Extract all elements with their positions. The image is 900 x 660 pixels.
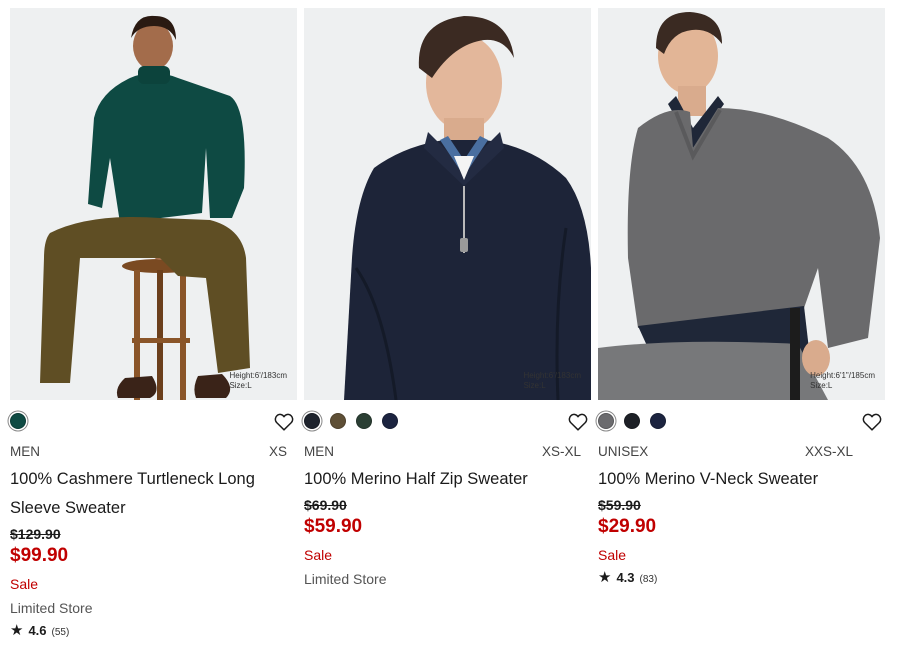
product-image-merino-v-neck[interactable]: Height:6'1"/185cm Size:L: [598, 8, 885, 400]
model-photo: [598, 8, 885, 400]
original-price: $69.90: [304, 497, 347, 513]
color-swatch[interactable]: [10, 413, 26, 429]
heart-outline-icon[interactable]: [273, 411, 295, 433]
size-range: XXS-XL: [804, 444, 853, 459]
sale-badge: Sale: [304, 547, 333, 563]
model-size-note: Height:6'/183cm Size:L: [229, 371, 287, 391]
size-range: XS: [268, 444, 287, 459]
color-swatch[interactable]: [330, 413, 346, 429]
model-height-text: Height:6'1"/185cm: [810, 371, 875, 380]
rating-score: 4.6: [28, 623, 47, 638]
model-photo: [304, 8, 591, 400]
sale-badge: Sale: [598, 547, 627, 563]
product-grid: Height:6'/183cm Size:L MEN XS 100% Cashm…: [0, 0, 900, 660]
product-name[interactable]: 100% Cashmere Turtleneck Long Sleeve Swe…: [10, 465, 297, 523]
product-meta: UNISEX XXS-XL: [598, 442, 885, 462]
product-name[interactable]: 100% Merino Half Zip Sweater: [304, 465, 591, 494]
color-swatches: [10, 408, 297, 438]
heart-outline-icon[interactable]: [567, 411, 589, 433]
product-image-merino-half-zip[interactable]: Height:6'/183cm Size:L: [304, 8, 591, 400]
color-swatch[interactable]: [382, 413, 398, 429]
rating-score: 4.3: [616, 570, 635, 585]
color-swatch[interactable]: [598, 413, 614, 429]
store-availability: Limited Store: [10, 600, 93, 616]
product-card[interactable]: Height:6'/183cm Size:L MEN XS 100% Cashm…: [10, 0, 297, 639]
gender-label: MEN: [304, 444, 334, 459]
product-meta: MEN XS: [10, 442, 297, 462]
heart-outline-icon[interactable]: [861, 411, 883, 433]
color-swatches: [304, 408, 591, 438]
model-size-note: Height:6'/183cm Size:L: [523, 371, 581, 391]
gender-label: MEN: [10, 444, 40, 459]
original-price: $129.90: [10, 526, 61, 542]
rating: ★ 4.6 (55): [10, 621, 297, 639]
sale-price: $29.90: [598, 516, 657, 537]
product-card[interactable]: Height:6'1"/185cm Size:L UNISEX XXS-XL 1…: [598, 0, 885, 586]
product-name[interactable]: 100% Merino V-Neck Sweater: [598, 465, 885, 494]
model-size-note: Height:6'1"/185cm Size:L: [810, 371, 875, 391]
color-swatches: [598, 408, 885, 438]
color-swatch[interactable]: [304, 413, 320, 429]
model-size-text: Size:L: [229, 381, 252, 390]
gender-label: UNISEX: [598, 444, 649, 459]
model-size-text: Size:L: [810, 381, 833, 390]
store-availability: Limited Store: [304, 571, 387, 587]
model-height-text: Height:6'/183cm: [229, 371, 287, 380]
model-height-text: Height:6'/183cm: [523, 371, 581, 380]
product-meta: MEN XS-XL: [304, 442, 591, 462]
model-photo: [10, 8, 297, 400]
sale-badge: Sale: [10, 576, 39, 592]
star-icon: ★: [10, 622, 24, 639]
size-range: XS-XL: [541, 444, 581, 459]
review-count: (83): [639, 574, 658, 585]
sale-price: $59.90: [304, 516, 363, 537]
color-swatch[interactable]: [624, 413, 640, 429]
sale-price: $99.90: [10, 545, 69, 566]
review-count: (55): [51, 627, 70, 638]
color-swatch[interactable]: [356, 413, 372, 429]
product-card[interactable]: Height:6'/183cm Size:L MEN XS-XL 100% Me…: [304, 0, 591, 588]
product-image-cashmere-turtleneck[interactable]: Height:6'/183cm Size:L: [10, 8, 297, 400]
star-icon: ★: [598, 569, 612, 586]
color-swatch[interactable]: [650, 413, 666, 429]
model-size-text: Size:L: [523, 381, 546, 390]
rating: ★ 4.3 (83): [598, 568, 885, 586]
original-price: $59.90: [598, 497, 641, 513]
